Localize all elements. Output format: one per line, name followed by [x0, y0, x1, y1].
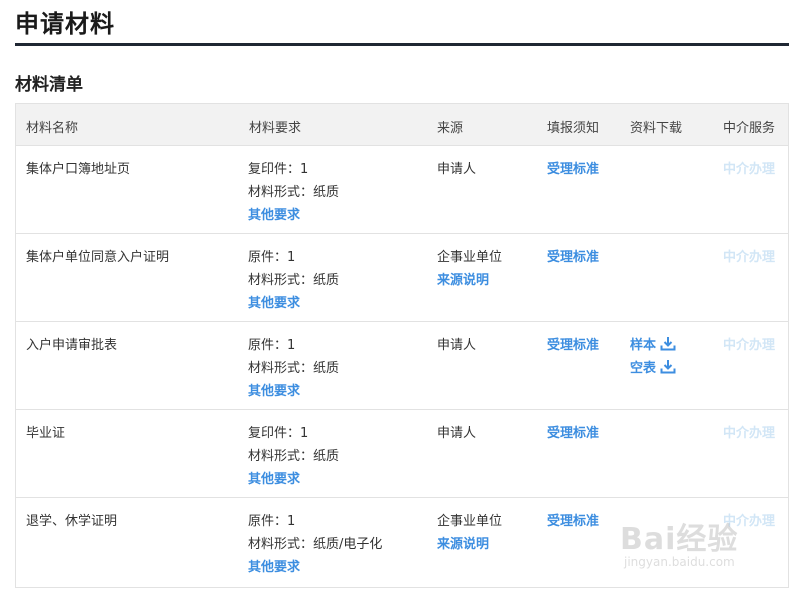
other-requirements-link[interactable]: 其他要求: [248, 292, 339, 315]
title-divider: [15, 43, 789, 46]
page-title: 申请材料: [15, 10, 115, 38]
notice-cell: 受理标准: [547, 158, 599, 181]
download-sample-label: 样本: [630, 338, 657, 353]
table-row: 毕业证 复印件：1 材料形式：纸质 其他要求 申请人 受理标准 中介办理: [16, 410, 788, 498]
notice-cell: 受理标准: [547, 334, 599, 357]
header-requirement: 材料要求: [249, 121, 302, 136]
agent-cell: 中介办理: [723, 158, 775, 181]
download-blank-label: 空表: [630, 361, 657, 376]
material-requirement: 复印件：1 材料形式：纸质 其他要求: [248, 158, 339, 227]
agent-cell: 中介办理: [723, 246, 775, 269]
source-text: 申请人: [437, 162, 477, 177]
requirement-form: 材料形式：纸质: [248, 361, 340, 376]
acceptance-standard-link[interactable]: 受理标准: [547, 158, 599, 181]
watermark-brand: Bai经验: [620, 522, 739, 557]
material-source: 申请人: [437, 334, 476, 357]
download-blank-form-link[interactable]: 空表: [630, 357, 676, 380]
material-source: 申请人: [437, 422, 476, 445]
material-requirement: 原件：1 材料形式：纸质 其他要求: [248, 334, 339, 403]
requirement-count: 原件：1: [248, 338, 296, 353]
other-requirements-link[interactable]: 其他要求: [248, 380, 339, 403]
other-requirements-link[interactable]: 其他要求: [248, 556, 382, 579]
notice-cell: 受理标准: [547, 422, 599, 445]
acceptance-standard-link[interactable]: 受理标准: [547, 422, 599, 445]
requirement-form: 材料形式：纸质: [248, 449, 340, 464]
watermark-url: jingyan.baidu.com: [624, 555, 735, 569]
requirement-count: 复印件：1: [248, 426, 309, 441]
material-name: 退学、休学证明: [26, 514, 118, 529]
material-source: 企事业单位 来源说明: [437, 246, 502, 292]
requirement-count: 复印件：1: [248, 162, 309, 177]
material-name: 入户申请审批表: [26, 338, 118, 353]
other-requirements-link[interactable]: 其他要求: [248, 468, 339, 491]
agent-cell: 中介办理: [723, 422, 775, 445]
source-text: 企事业单位: [437, 250, 503, 265]
header-download: 资料下载: [630, 121, 683, 136]
other-requirements-link[interactable]: 其他要求: [248, 204, 339, 227]
material-requirement: 原件：1 材料形式：纸质/电子化 其他要求: [248, 510, 382, 579]
header-source: 来源: [437, 121, 464, 136]
table-row: 集体户口簿地址页 复印件：1 材料形式：纸质 其他要求 申请人 受理标准 中介办…: [16, 146, 788, 234]
requirement-form: 材料形式：纸质/电子化: [248, 537, 383, 552]
source-text: 申请人: [437, 426, 477, 441]
agent-service-link[interactable]: 中介办理: [723, 338, 775, 353]
requirement-count: 原件：1: [248, 514, 296, 529]
header-notice: 填报须知: [547, 121, 600, 136]
table-row: 集体户单位同意入户证明 原件：1 材料形式：纸质 其他要求 企事业单位 来源说明…: [16, 234, 788, 322]
source-text: 申请人: [437, 338, 477, 353]
download-icon: [660, 360, 676, 374]
requirement-form: 材料形式：纸质: [248, 273, 340, 288]
agent-service-link[interactable]: 中介办理: [723, 250, 775, 265]
table-row: 入户申请审批表 原件：1 材料形式：纸质 其他要求 申请人 受理标准 样本 空表…: [16, 322, 788, 410]
baidu-jingyan-watermark: Bai经验 jingyan.baidu.com: [620, 500, 780, 580]
material-requirement: 复印件：1 材料形式：纸质 其他要求: [248, 422, 339, 491]
header-agent: 中介服务: [723, 121, 776, 136]
material-requirement: 原件：1 材料形式：纸质 其他要求: [248, 246, 339, 315]
notice-cell: 受理标准: [547, 246, 599, 269]
source-explanation-link[interactable]: 来源说明: [437, 269, 502, 292]
acceptance-standard-link[interactable]: 受理标准: [547, 510, 599, 533]
acceptance-standard-link[interactable]: 受理标准: [547, 246, 599, 269]
agent-cell: 中介办理: [723, 334, 775, 357]
requirement-count: 原件：1: [248, 250, 296, 265]
download-icon: [660, 337, 676, 351]
download-cell: 样本 空表: [630, 334, 676, 380]
material-name: 集体户单位同意入户证明: [26, 250, 170, 265]
material-source: 企事业单位 来源说明: [437, 510, 502, 556]
source-text: 企事业单位: [437, 514, 503, 529]
requirement-form: 材料形式：纸质: [248, 185, 340, 200]
agent-service-link[interactable]: 中介办理: [723, 426, 775, 441]
table-header: 材料名称 材料要求 来源 填报须知 资料下载 中介服务: [16, 104, 788, 146]
header-name: 材料名称: [26, 121, 79, 136]
download-sample-link[interactable]: 样本: [630, 334, 676, 357]
notice-cell: 受理标准: [547, 510, 599, 533]
source-explanation-link[interactable]: 来源说明: [437, 533, 502, 556]
acceptance-standard-link[interactable]: 受理标准: [547, 334, 599, 357]
agent-service-link[interactable]: 中介办理: [723, 162, 775, 177]
section-title: 材料清单: [15, 75, 83, 95]
material-name: 毕业证: [26, 426, 66, 441]
material-source: 申请人: [437, 158, 476, 181]
material-name: 集体户口簿地址页: [26, 162, 131, 177]
